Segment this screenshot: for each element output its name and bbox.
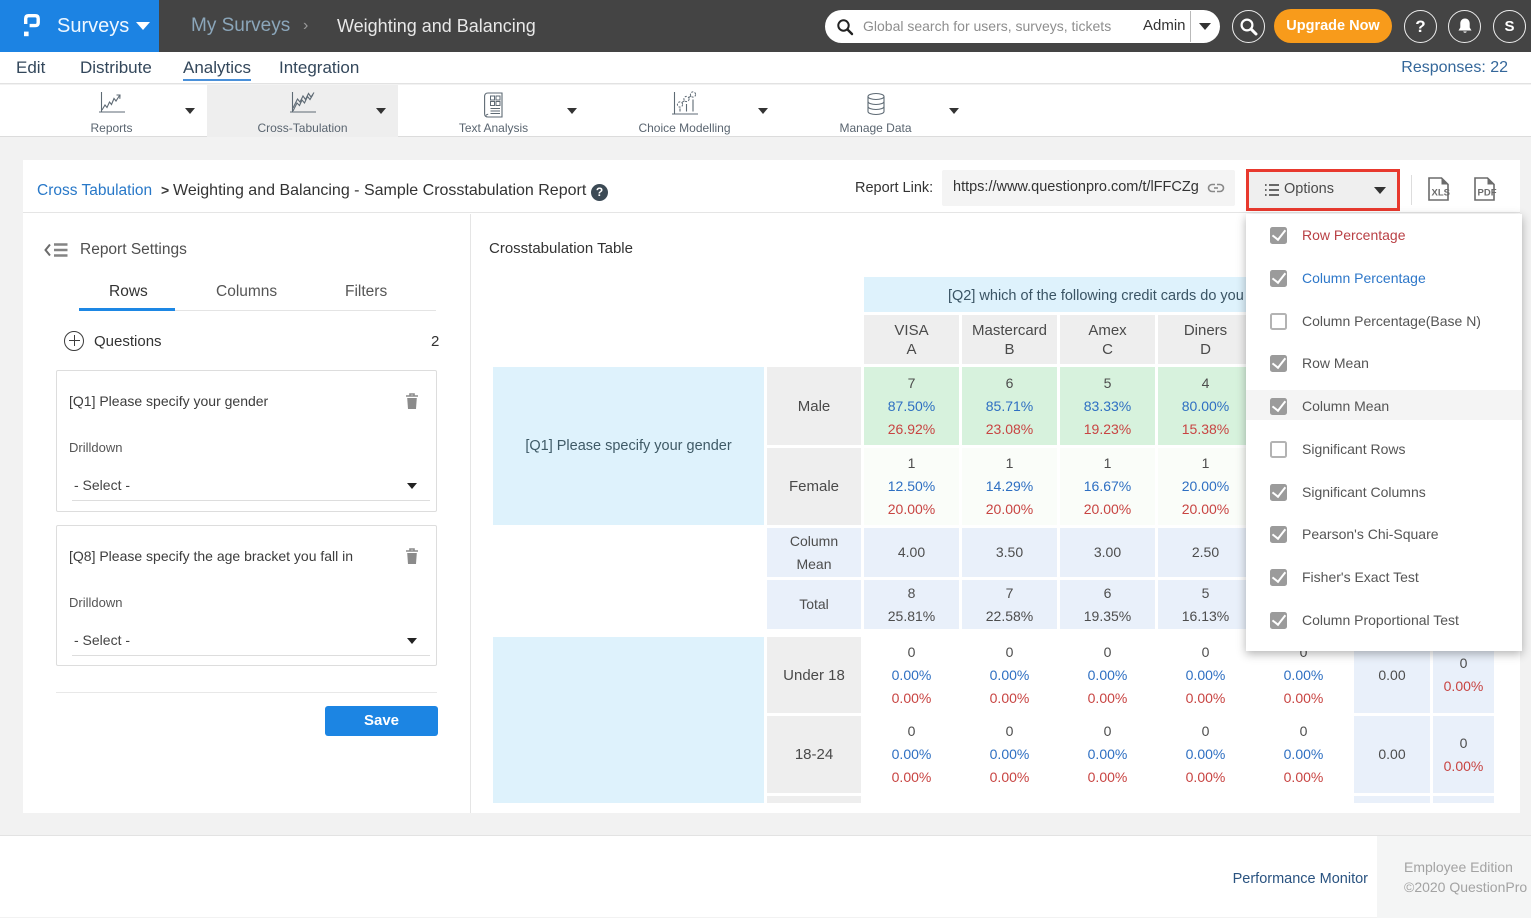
- svg-text:XLS: XLS: [1432, 188, 1450, 199]
- svg-text:PDF: PDF: [1478, 188, 1497, 199]
